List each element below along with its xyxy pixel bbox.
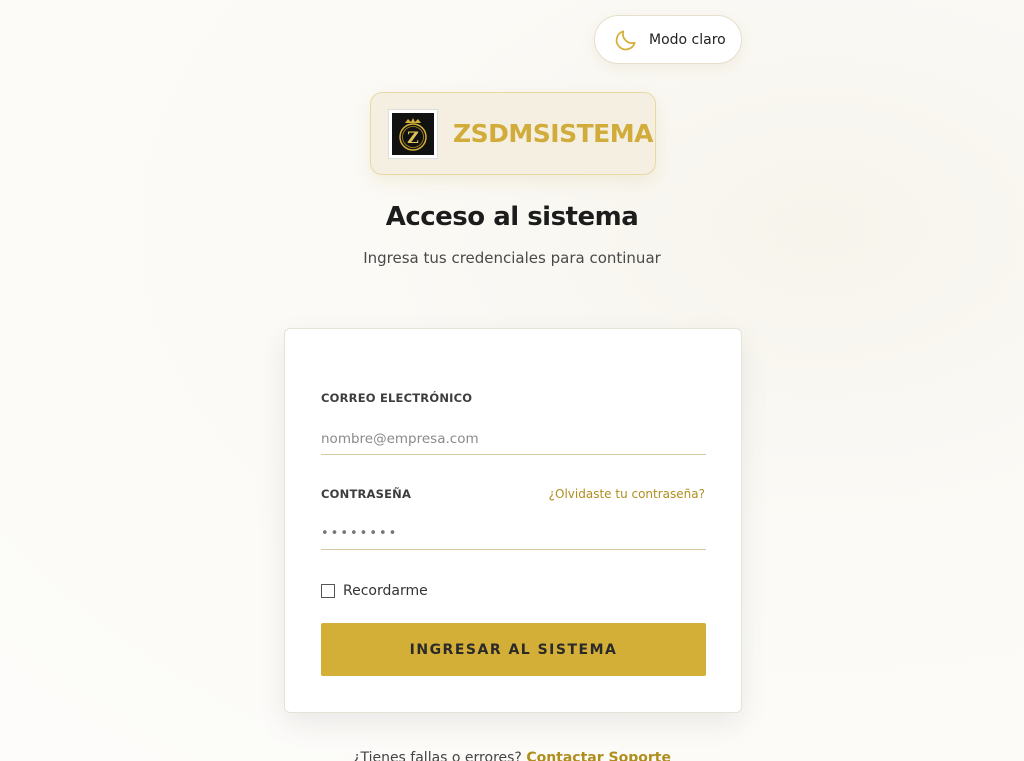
moon-icon	[615, 29, 636, 50]
theme-toggle-label: Modo claro	[649, 31, 726, 48]
brand-header: Z ZSDMSISTEMA	[370, 92, 656, 175]
page-title: Acceso al sistema	[385, 202, 639, 232]
support-prompt: ¿Tienes fallas o errores?	[353, 750, 522, 761]
email-field[interactable]	[321, 423, 706, 455]
support-footer: ¿Tienes fallas o errores? Contactar Sopo…	[0, 750, 1024, 761]
theme-toggle-button[interactable]: Modo claro	[594, 15, 742, 64]
login-submit-button[interactable]: INGRESAR AL SISTEMA	[321, 623, 706, 676]
remember-me-checkbox[interactable]: Recordarme	[321, 583, 428, 599]
svg-text:Z: Z	[407, 128, 419, 147]
forgot-password-link[interactable]: ¿Olvidaste tu contraseña?	[549, 487, 705, 501]
login-card: CORREO ELECTRÓNICO CONTRASEÑA ¿Olvidaste…	[284, 328, 742, 713]
password-label: CONTRASEÑA	[321, 487, 412, 501]
brand-name: ZSDMSISTEMA	[453, 119, 653, 148]
password-mask: ••••••••	[321, 526, 399, 541]
email-label: CORREO ELECTRÓNICO	[321, 391, 473, 405]
brand-logo: Z	[389, 109, 437, 158]
remember-me-label: Recordarme	[343, 583, 428, 599]
checkbox-box[interactable]	[321, 584, 335, 598]
contact-support-link[interactable]: Contactar Soporte	[526, 750, 671, 761]
page-subtitle: Ingresa tus credenciales para continuar	[363, 249, 661, 267]
